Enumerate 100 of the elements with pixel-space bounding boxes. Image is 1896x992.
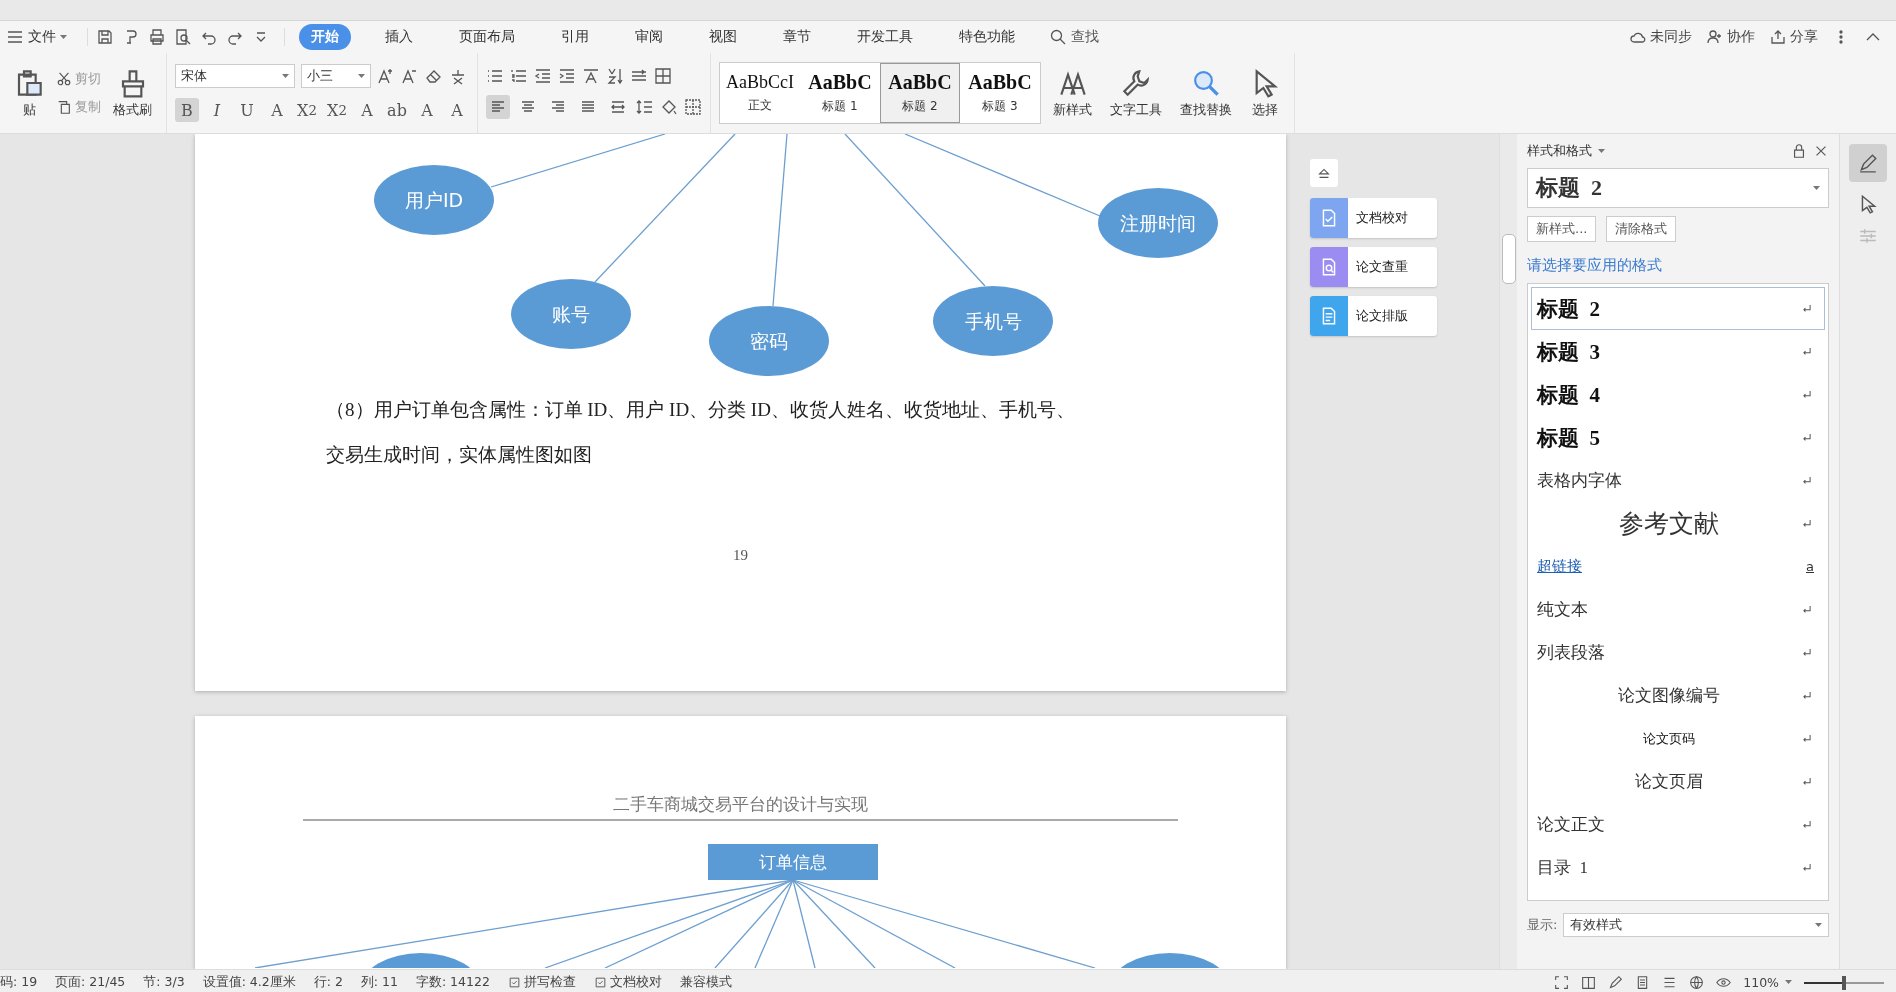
status-toggle[interactable]: 文档校对 <box>593 974 662 991</box>
style-item[interactable]: 参考文献 <box>1531 502 1825 545</box>
status-toggle[interactable]: 拼写检查 <box>507 974 576 991</box>
wrench-icon[interactable] <box>1121 67 1151 98</box>
caret-icon[interactable] <box>1813 185 1820 191</box>
caret-icon[interactable] <box>1598 148 1605 154</box>
collapse-button[interactable] <box>1310 159 1338 187</box>
ribbon-tab[interactable]: 视图 <box>697 24 749 50</box>
ribbon-tab[interactable]: 插入 <box>373 24 425 50</box>
style-item[interactable]: 论文页眉 <box>1531 760 1825 803</box>
style-item[interactable]: 论文图像编号 <box>1531 674 1825 717</box>
select-button[interactable]: 选择 <box>1244 63 1286 123</box>
shading-icon[interactable] <box>660 98 678 116</box>
scissors-icon <box>56 71 72 87</box>
sliders-icon[interactable] <box>1858 226 1878 246</box>
ribbon-tab[interactable]: 引用 <box>549 24 601 50</box>
sort-icon[interactable] <box>606 67 624 85</box>
bullet-list-icon[interactable] <box>486 67 504 85</box>
format-button[interactable]: A <box>355 98 379 122</box>
find-replace-button[interactable]: 查找替换 <box>1174 63 1238 123</box>
ribbon-tab[interactable]: 页面布局 <box>447 24 527 50</box>
format-button[interactable]: A <box>415 98 439 122</box>
search-icon[interactable] <box>1049 28 1067 46</box>
format-button[interactable]: A <box>265 98 289 122</box>
lock-icon[interactable] <box>1791 143 1807 159</box>
style-item[interactable]: 超链接 a <box>1531 545 1825 588</box>
plagiarism-button[interactable]: 论文查重 <box>1310 247 1437 287</box>
style-preset[interactable]: AaBbC 标题 1 <box>800 63 880 123</box>
caret-icon[interactable] <box>60 34 67 40</box>
phonetic-guide-icon[interactable] <box>449 67 467 85</box>
add-person-icon[interactable] <box>1706 28 1724 46</box>
file-menu[interactable]: 文件 <box>0 25 73 49</box>
caret-icon[interactable] <box>358 73 365 79</box>
caret-icon[interactable] <box>1785 980 1792 985</box>
decrease-indent-icon[interactable] <box>534 67 552 85</box>
sync-button[interactable]: 未同步 <box>1629 28 1692 46</box>
proofread-button[interactable]: 文档校对 <box>1310 198 1437 238</box>
format-button[interactable]: A <box>445 98 469 122</box>
ribbon-tab[interactable]: 特色功能 <box>947 24 1027 50</box>
style-item[interactable]: 纯文本 <box>1531 588 1825 631</box>
new-style-button[interactable]: 新样式 <box>1047 63 1098 123</box>
format-button[interactable]: U <box>235 98 259 122</box>
numbered-list-icon[interactable] <box>510 67 528 85</box>
style-preset[interactable]: AaBbC 标题 3 <box>960 63 1040 123</box>
paragraph-spacing-icon[interactable] <box>636 98 654 116</box>
style-item[interactable]: 论文正文 <box>1531 803 1825 846</box>
font-size-field[interactable]: 小三 <box>301 64 371 88</box>
style-item[interactable]: 表格内字体 <box>1531 459 1825 502</box>
format-painter-button[interactable]: 格式刷 <box>107 63 158 123</box>
increase-indent-icon[interactable] <box>558 67 576 85</box>
paste-button[interactable]: 贴 <box>8 63 50 123</box>
zoom-level[interactable]: 110% <box>1743 975 1792 990</box>
style-item[interactable]: 标题 4 <box>1531 373 1825 416</box>
fullscreen-icon[interactable] <box>1554 975 1570 990</box>
layout-button[interactable]: 论文排版 <box>1310 296 1437 336</box>
panel-button[interactable]: 新样式... <box>1527 216 1597 242</box>
style-item[interactable]: 标题 5 <box>1531 416 1825 459</box>
eye-icon[interactable] <box>1716 975 1732 990</box>
font-name-field[interactable]: 宋体 <box>175 64 295 88</box>
caret-icon[interactable] <box>282 73 289 79</box>
text-direction-icon[interactable] <box>582 67 600 85</box>
globe-icon[interactable] <box>1689 975 1705 990</box>
collab-button[interactable]: 协作 <box>1706 28 1755 46</box>
style-item[interactable]: 标题 2 <box>1531 287 1825 330</box>
caret-icon[interactable] <box>1815 922 1822 928</box>
format-button[interactable]: B <box>175 98 199 122</box>
outline-icon[interactable] <box>1662 975 1678 990</box>
share-button[interactable]: 分享 <box>1769 28 1818 46</box>
pen-icon[interactable] <box>1858 153 1878 173</box>
table-icon[interactable] <box>654 67 672 85</box>
copy-icon <box>56 99 72 115</box>
edit-pen-button[interactable] <box>1849 144 1887 182</box>
panel-title[interactable]: 样式和格式 <box>1527 142 1605 160</box>
ribbon-tab[interactable]: 开发工具 <box>845 24 925 50</box>
show-filter-field[interactable]: 有效样式 <box>1563 913 1829 937</box>
style-item[interactable]: 标题 3 <box>1531 330 1825 373</box>
current-style-field[interactable]: 标题 2 <box>1527 168 1829 208</box>
scrollbar[interactable] <box>1499 134 1517 969</box>
panel-button[interactable]: 清除格式 <box>1606 216 1677 242</box>
search-button[interactable]: 查找 <box>1049 28 1099 46</box>
text-tools-button[interactable]: 文字工具 <box>1104 63 1168 123</box>
print-icon[interactable] <box>148 28 166 46</box>
style-item[interactable]: 列表段落 <box>1531 631 1825 674</box>
shrink-font-icon[interactable] <box>401 67 419 85</box>
style-preset[interactable]: AaBbC 标题 2 <box>880 63 960 123</box>
style-item[interactable]: 目录 1 <box>1531 846 1825 889</box>
style-preset[interactable]: AaBbCcI 正文 <box>720 63 800 123</box>
style-item[interactable]: 论文页码 <box>1531 717 1825 760</box>
grow-font-icon[interactable] <box>377 67 395 85</box>
pen-icon[interactable] <box>1608 975 1624 990</box>
ribbon-tab[interactable]: 审阅 <box>623 24 675 50</box>
save-icon[interactable] <box>96 28 114 46</box>
print-preview-icon[interactable] <box>174 28 192 46</box>
share-icon[interactable] <box>1769 28 1787 46</box>
ribbon-tab[interactable]: 章节 <box>771 24 823 50</box>
format-button[interactable]: I <box>205 98 229 122</box>
menu-icon[interactable] <box>6 28 24 46</box>
borders-icon[interactable] <box>684 98 702 116</box>
book-icon[interactable] <box>1581 975 1597 990</box>
format-button[interactable]: ab <box>385 98 409 122</box>
